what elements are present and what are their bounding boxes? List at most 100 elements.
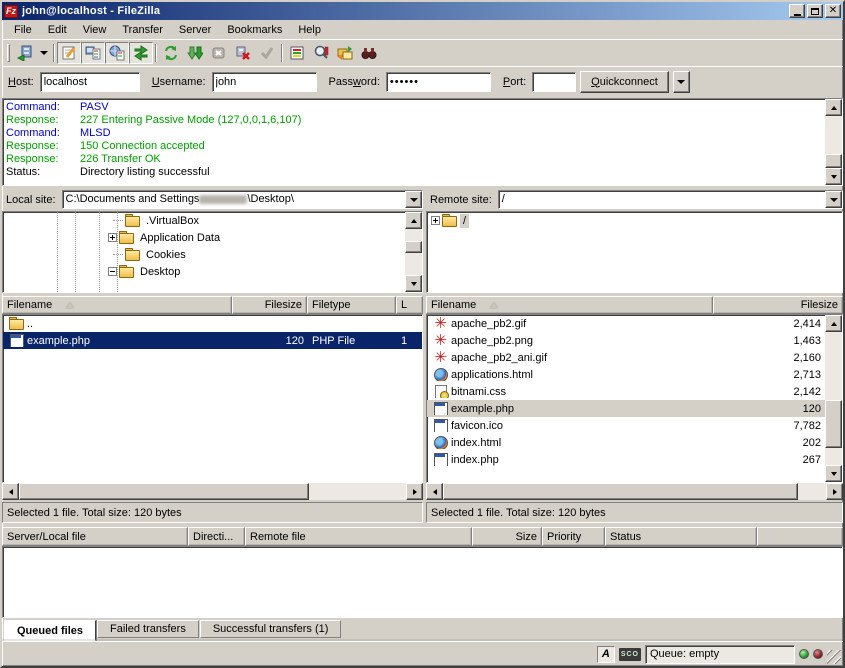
file-row[interactable]: applications.html 2,713 (427, 366, 825, 383)
tab-successful-transfers[interactable]: Successful transfers (1) (200, 620, 342, 638)
menu-file[interactable]: File (6, 21, 40, 39)
scroll-right-button[interactable] (826, 483, 843, 500)
file-row[interactable]: favicon.ico 7,782 (427, 417, 825, 434)
column-header-remote-file[interactable]: Remote file (245, 527, 472, 546)
expand-icon[interactable] (108, 233, 117, 242)
cancel-operation-button[interactable] (207, 42, 231, 64)
filter-button[interactable] (285, 42, 309, 64)
ascii-datatype-indicator-icon[interactable]: A (597, 646, 615, 663)
file-row-parent[interactable]: .. (3, 315, 422, 332)
quickconnect-dropdown[interactable] (673, 71, 690, 93)
port-input[interactable] (532, 72, 576, 92)
scroll-up-button[interactable] (825, 315, 842, 332)
toggle-transfer-queue-button[interactable] (129, 42, 153, 64)
tree-item-desktop[interactable]: Desktop (3, 263, 405, 280)
host-input[interactable] (40, 72, 140, 92)
scroll-down-button[interactable] (825, 168, 842, 185)
site-manager-button[interactable] (13, 42, 37, 64)
message-log-scrollbar[interactable] (825, 99, 842, 185)
local-site-combobox[interactable]: C:\Documents and Settings\Desktop\ (62, 190, 423, 209)
column-header-filesize[interactable]: Filesize (713, 296, 843, 314)
username-input[interactable] (212, 72, 317, 92)
toggle-remote-tree-button[interactable] (105, 42, 129, 64)
local-list-hscrollbar[interactable] (2, 483, 423, 500)
scrollbar-thumb[interactable] (19, 483, 309, 500)
expand-icon[interactable] (431, 216, 440, 225)
site-manager-dropdown[interactable] (37, 42, 51, 64)
file-row[interactable]: apache_pb2.png 1,463 (427, 332, 825, 349)
tree-item-cookies[interactable]: Cookies (3, 246, 405, 263)
menu-transfer[interactable]: Transfer (114, 21, 171, 39)
scroll-down-button[interactable] (825, 465, 842, 482)
reconnect-button[interactable] (255, 42, 279, 64)
column-header-lastmodified[interactable]: L (396, 296, 423, 314)
refresh-button[interactable] (159, 42, 183, 64)
synchronized-browsing-button[interactable] (333, 42, 357, 64)
toolbar-grip[interactable] (7, 44, 10, 62)
scroll-left-button[interactable] (426, 483, 443, 500)
menu-help[interactable]: Help (290, 21, 329, 39)
scroll-left-button[interactable] (2, 483, 19, 500)
scroll-up-button[interactable] (825, 99, 842, 116)
resize-grip[interactable] (827, 650, 841, 664)
menu-server[interactable]: Server (171, 21, 219, 39)
password-input[interactable] (386, 72, 491, 92)
message-log[interactable]: Command:PASV Response:227 Entering Passi… (3, 99, 825, 185)
file-row[interactable]: index.html 202 (427, 434, 825, 451)
remote-site-combobox[interactable]: / (498, 190, 843, 209)
scroll-down-button[interactable] (405, 275, 422, 292)
remote-site-dropdown[interactable] (825, 191, 842, 208)
column-header-filename[interactable]: Filename (426, 296, 713, 314)
local-tree-scrollbar[interactable] (405, 212, 422, 292)
transfer-queue-icon (133, 45, 149, 61)
local-site-dropdown[interactable] (405, 191, 422, 208)
scroll-up-button[interactable] (405, 212, 422, 229)
menu-view[interactable]: View (75, 21, 115, 39)
column-header-filesize[interactable]: Filesize (232, 296, 307, 314)
file-row[interactable]: bitnami.css 2,142 (427, 383, 825, 400)
process-queue-button[interactable] (183, 42, 207, 64)
file-row[interactable]: apache_pb2.gif 2,414 (427, 315, 825, 332)
disconnect-button[interactable] (231, 42, 255, 64)
remote-directory-tree[interactable]: / (427, 212, 842, 292)
remote-list-scrollbar[interactable] (825, 315, 842, 482)
remote-file-list[interactable]: apache_pb2.gif 2,414 apache_pb2.png 1,46… (427, 315, 825, 482)
toggle-message-log-button[interactable] (57, 42, 81, 64)
column-header-server-local-file[interactable]: Server/Local file (2, 527, 188, 546)
scrollbar-thumb[interactable] (825, 400, 842, 448)
tree-item-application-data[interactable]: Application Data (3, 229, 405, 246)
scrollbar-thumb[interactable] (443, 483, 798, 500)
file-row-selected[interactable]: example.php 120 (427, 400, 825, 417)
column-header-priority[interactable]: Priority (542, 527, 605, 546)
column-header-filetype[interactable]: Filetype (307, 296, 396, 314)
quickconnect-button[interactable]: Quickconnect (580, 71, 669, 93)
tab-queued-files[interactable]: Queued files (4, 620, 96, 641)
local-directory-tree[interactable]: .VirtualBox Application Data Cookies (3, 212, 405, 292)
file-row-example-php[interactable]: example.php 120 PHP File 1 (3, 332, 422, 349)
tree-item-root[interactable]: / (427, 212, 842, 229)
collapse-icon[interactable] (108, 267, 117, 276)
column-header-filename[interactable]: Filename (2, 296, 232, 314)
tree-item-virtualbox[interactable]: .VirtualBox (3, 212, 405, 229)
column-header-size[interactable]: Size (472, 527, 542, 546)
transfer-queue-list[interactable] (2, 546, 843, 618)
directory-comparison-button[interactable] (309, 42, 333, 64)
tab-failed-transfers[interactable]: Failed transfers (97, 620, 199, 638)
file-row[interactable]: apache_pb2_ani.gif 2,160 (427, 349, 825, 366)
close-button[interactable]: ✕ (825, 4, 841, 18)
scroll-right-button[interactable] (406, 483, 423, 500)
minimize-button[interactable] (789, 4, 805, 18)
column-header-status[interactable]: Status (605, 527, 757, 546)
menu-bookmarks[interactable]: Bookmarks (219, 21, 290, 39)
file-row[interactable]: index.php 267 (427, 451, 825, 468)
maximize-button[interactable] (807, 4, 823, 18)
local-file-list[interactable]: .. example.php 120 PHP File 1 (3, 315, 422, 482)
menu-edit[interactable]: Edit (40, 21, 75, 39)
column-header-direction[interactable]: Directi... (188, 527, 245, 546)
remote-list-hscrollbar[interactable] (426, 483, 843, 500)
queue-tabs: Queued files Failed transfers Successful… (2, 618, 843, 641)
search-files-button[interactable] (357, 42, 381, 64)
scrollbar-thumb[interactable] (825, 154, 842, 168)
scrollbar-thumb[interactable] (405, 241, 422, 253)
toggle-local-tree-button[interactable] (81, 42, 105, 64)
